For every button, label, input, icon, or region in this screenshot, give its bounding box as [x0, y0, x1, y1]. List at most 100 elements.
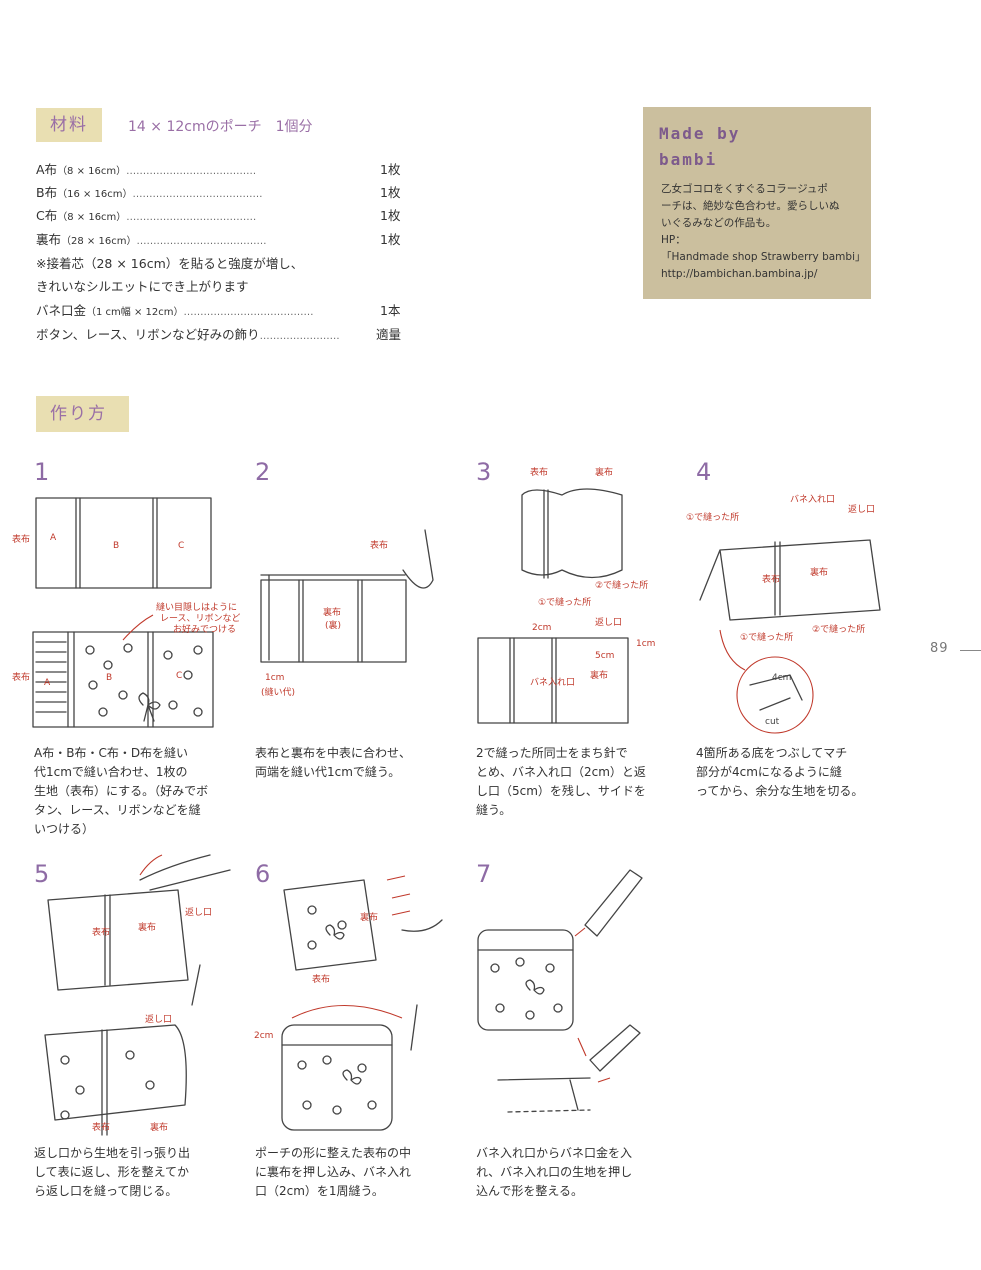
- label-1cm: 1cm: [265, 673, 284, 683]
- interfacing-note-2: きれいなシルエットにでき上がります: [36, 279, 249, 294]
- label-kaeshi: 返し口: [595, 616, 622, 628]
- label-2cm: 2cm: [532, 623, 551, 633]
- step-line: タン、レース、リボンなどを縫: [34, 803, 201, 817]
- step-text-7: バネ入れ口からバネ口金を入 れ、バネ入れ口の生地を押し 込んで形を整える。: [476, 1144, 661, 1201]
- material-qty-lining: 1枚: [380, 232, 401, 247]
- step-text-3: 2で縫った所同士をまち針で とめ、バネ入れ口（2cm）と返 し口（5cm）を残し…: [476, 744, 661, 820]
- step-line: A布・B布・C布・D布を縫い: [34, 746, 189, 760]
- step-line: れ、バネ入れ口の生地を押し: [476, 1165, 633, 1179]
- step-text-6: ポーチの形に整えた表布の中 に裏布を押し込み、バネ入れ 口（2cm）を1周縫う。: [255, 1144, 440, 1201]
- step-line: 縫う。: [476, 803, 512, 817]
- step-text-1: A布・B布・C布・D布を縫い 代1cmで縫い合わせ、1枚の 生地（表布）にする。…: [34, 744, 219, 839]
- label-kaeshi: 返し口: [848, 503, 875, 515]
- step-line: に裏布を押し込み、バネ入れ: [255, 1165, 412, 1179]
- stripe-pattern: [35, 641, 67, 713]
- profile-shop-name: 「Handmade shop Strawberry bambi」: [661, 251, 866, 263]
- material-name: 裏布: [36, 232, 62, 247]
- annotation-note-2: レース、リボンなどを: [160, 613, 240, 624]
- leader-dots: …………………………………: [183, 307, 314, 318]
- step-1-illustration: A B C 表布 A B C 表布 縫い目隠しはように レース、リボンなどを お…: [12, 497, 240, 728]
- label-ura-2: 裏布: [590, 669, 608, 681]
- ribbon-bow: [138, 692, 161, 722]
- patterned-panels-diagram: A B C 表布 縫い目隠しはように レース、リボンなどを お好みでつける: [12, 601, 240, 728]
- material-name: C布: [36, 208, 58, 223]
- step-text-5: 返し口から生地を引っ張り出 して表に返し、形を整えてか ら返し口を縫って閉じる。: [34, 1144, 219, 1201]
- step-line: 口（2cm）を1周縫う。: [255, 1184, 384, 1198]
- label-omote-2: 表布: [92, 1121, 110, 1133]
- annotation-note-1: 縫い目隠しはように: [156, 601, 237, 613]
- needle: [191, 964, 201, 1006]
- label-ura-2: 裏布: [150, 1121, 168, 1133]
- leader-dots: …………………………………: [126, 166, 257, 177]
- cylinder-form: [521, 488, 623, 579]
- annotation-note-3: お好みでつける: [173, 623, 236, 635]
- material-size: （28 × 16cm）: [61, 236, 137, 247]
- label-kaeshi-2: 返し口: [145, 1013, 172, 1025]
- step-number-4: 4: [696, 458, 712, 486]
- label-cut: cut: [765, 717, 780, 727]
- material-row-deco: ボタン、レース、リボンなど好みの飾り……………………: [36, 324, 340, 343]
- label-b: B: [113, 541, 119, 551]
- step-6-illustration: 裏布 表布 2cm: [254, 875, 443, 1131]
- label-ura: 裏布: [360, 911, 378, 923]
- step-line: 4箇所ある底をつぶしてマチ: [696, 746, 848, 760]
- label-b-2: B: [106, 673, 112, 683]
- clasp-insertion: [589, 1024, 641, 1072]
- label-omote-2: 表布: [12, 671, 30, 683]
- step-line: 返し口から生地を引っ張り出: [34, 1146, 191, 1160]
- leader-dots: …………………………………: [132, 189, 263, 200]
- step-line: ポーチの形に整えた表布の中: [255, 1146, 412, 1160]
- profile-desc-line: いぐるみなどの作品も。: [661, 217, 777, 229]
- step-line: 部分が4cmになるように縫: [696, 765, 842, 779]
- hand: [401, 919, 443, 932]
- author-profile-box: Made by bambi 乙女ゴコロをくすぐるコラージュポ ーチは、絶妙な色合…: [643, 107, 871, 299]
- label-2cm: 2cm: [254, 1031, 273, 1041]
- label-ura: 裏布: [323, 606, 341, 618]
- material-size: （8 × 16cm）: [57, 166, 127, 177]
- step-line: 込んで形を整える。: [476, 1184, 584, 1198]
- pouch-right-side-out: [44, 1024, 187, 1121]
- step-line: して表に返し、形を整えてか: [34, 1165, 190, 1179]
- material-size: （16 × 16cm）: [57, 189, 133, 200]
- label-ura: 裏布: [810, 566, 828, 578]
- howto-heading: 作り方: [36, 396, 129, 432]
- step-line: ってから、余分な生地を切る。: [696, 784, 864, 798]
- label-a: A: [50, 533, 57, 543]
- leader-dots: …………………………………: [126, 212, 257, 223]
- label-ura: 裏布: [595, 466, 613, 478]
- material-name: A布: [36, 162, 58, 177]
- label-bane: バネ入れ口: [530, 677, 575, 688]
- label-kaeshi: 返し口: [185, 906, 212, 918]
- brand-line-2: bambi: [659, 150, 718, 169]
- leader-dots: ……………………: [259, 331, 340, 342]
- material-row-a: A布（8 × 16cm）…………………………………: [36, 159, 256, 178]
- step-text-2: 表布と裏布を中表に合わせ、 両端を縫い代1cmで縫う。: [255, 744, 440, 782]
- step-4-illustration: 表布 裏布 ①で縫った所 バネ入れ口 返し口 ①で縫った所 ②で縫った所 4cm…: [686, 494, 881, 734]
- step-3-illustration: 表布 裏布 ①で縫った所 ②で縫った所 2cm 5cm 返し口 1cm 裏布 バ…: [477, 466, 655, 724]
- label-omote: 表布: [312, 973, 330, 985]
- profile-url[interactable]: http://bambichan.bambina.jp/: [661, 266, 866, 283]
- step-line: 代1cmで縫い合わせ、1枚の: [34, 765, 188, 779]
- label-ura: 裏布: [138, 921, 156, 933]
- material-qty-a: 1枚: [380, 162, 401, 177]
- label-5cm: 5cm: [595, 651, 614, 661]
- materials-heading: 材料: [36, 108, 102, 142]
- label-1cm: 1cm: [636, 639, 655, 649]
- step-5-illustration: 表布 裏布 返し口 返し口 表布 裏布: [44, 854, 231, 1136]
- step-line: ら返し口を縫って閉じる。: [34, 1184, 178, 1198]
- profile-hp-label: HP：: [661, 234, 686, 246]
- profile-desc-line: ーチは、絶妙な色合わせ。愛らしいぬ: [661, 200, 840, 212]
- step-2-illustration: 裏布 (裏) 表布 1cm (縫い代): [260, 529, 434, 698]
- label-bane: バネ入れ口: [790, 494, 835, 505]
- step-text-4: 4箇所ある底をつぶしてマチ 部分が4cmになるように縫 ってから、余分な生地を切…: [696, 744, 881, 801]
- label-sewn-2: ②で縫った所: [595, 579, 648, 591]
- material-row-b: B布（16 × 16cm）…………………………………: [36, 182, 263, 201]
- step-line: 両端を縫い代1cmで縫う。: [255, 765, 401, 779]
- step-line: 表布と裏布を中表に合わせ、: [255, 746, 412, 760]
- needle: [410, 1004, 418, 1051]
- pouch-inside-out: [47, 889, 189, 991]
- profile-description: 乙女ゴコロをくすぐるコラージュポ ーチは、絶妙な色合わせ。愛らしいぬ いぐるみな…: [661, 181, 866, 283]
- material-qty-b: 1枚: [380, 185, 401, 200]
- dot-pattern: [85, 643, 203, 717]
- metal-clasp: [584, 869, 643, 937]
